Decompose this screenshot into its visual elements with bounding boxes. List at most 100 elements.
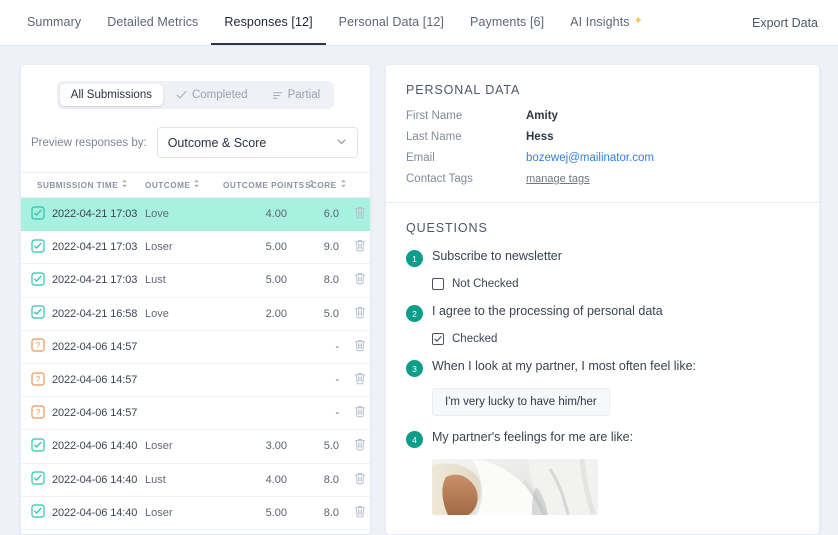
column-header-label: Outcome	[145, 181, 190, 190]
trash-icon[interactable]	[354, 310, 366, 322]
checkbox-answer-row[interactable]: Checked	[432, 333, 799, 345]
question-head: 3When I look at my partner, I most often…	[406, 359, 799, 377]
personal-field-value: Amity	[526, 110, 558, 122]
question-text: When I look at my partner, I most often …	[432, 359, 696, 375]
sort-arrows-icon[interactable]	[121, 179, 128, 190]
export-data-button[interactable]: Export Data	[740, 0, 822, 45]
cell-score: 9.0	[305, 231, 347, 264]
tab-responses-12[interactable]: Responses [12]	[211, 0, 325, 45]
cell-score: 5.0	[305, 297, 347, 330]
personal-data-section: PERSONAL DATA First NameAmityLast NameHe…	[386, 65, 819, 185]
form-check-icon	[31, 272, 45, 289]
cell-delete	[347, 264, 371, 297]
time-cell: 2022-04-06 14:40	[31, 471, 145, 488]
trash-icon[interactable]	[354, 343, 366, 355]
submission-time-text: 2022-04-21 17:03	[52, 208, 137, 220]
sparkle-icon: ✦	[634, 16, 643, 27]
checkbox-unchecked-icon[interactable]	[432, 278, 444, 290]
trash-icon[interactable]	[354, 476, 366, 488]
column-header-outcome[interactable]: Outcome	[145, 173, 223, 198]
filter-all-submissions[interactable]: All Submissions	[60, 84, 163, 106]
trash-icon[interactable]	[354, 409, 366, 421]
tab-detailed-metrics[interactable]: Detailed Metrics	[94, 0, 211, 45]
cell-delete	[347, 297, 371, 330]
cell-delete	[347, 330, 371, 363]
sort-arrows-icon[interactable]	[340, 179, 347, 190]
form-check-icon	[31, 206, 45, 223]
text-answer-chip: I'm very lucky to have him/her	[432, 388, 610, 416]
questions-list: 1Subscribe to newsletterNot Checked2I ag…	[406, 249, 799, 515]
tab-summary[interactable]: Summary	[14, 0, 94, 45]
tab-ai-insights[interactable]: AI Insights ✦	[557, 0, 656, 45]
submission-time-text: 2022-04-06 14:40	[52, 474, 137, 486]
table-body: 2022-04-21 17:03Love4.006.02022-04-21 17…	[21, 198, 371, 530]
table-row[interactable]: 2022-04-21 17:03Loser5.009.0	[21, 231, 371, 264]
table-row[interactable]: 2022-04-21 16:58Love2.005.0	[21, 297, 371, 330]
question-answer	[406, 459, 799, 515]
table-row[interactable]: 2022-04-06 14:40Loser5.008.0	[21, 496, 371, 529]
sort-arrows-icon[interactable]	[193, 179, 200, 190]
preview-by-select[interactable]: Outcome & Score	[157, 127, 358, 158]
cell-outcome-points	[223, 330, 305, 363]
question-answer: I'm very lucky to have him/her	[406, 388, 799, 416]
column-header-points[interactable]: Outcome Points	[223, 173, 305, 198]
submission-time-text: 2022-04-06 14:40	[52, 507, 137, 519]
email-link[interactable]: bozewej@mailinator.com	[526, 152, 654, 164]
table-row[interactable]: ?2022-04-06 14:57 -	[21, 397, 371, 430]
personal-field-label: Contact Tags	[406, 173, 526, 185]
table-row[interactable]: ?2022-04-06 14:57 -	[21, 330, 371, 363]
table-row[interactable]: ?2022-04-06 14:57-	[21, 363, 371, 396]
cell-delete	[347, 363, 371, 396]
checkbox-answer-label: Checked	[452, 333, 497, 345]
cell-score: -	[305, 397, 347, 430]
cell-submission-time: ?2022-04-06 14:57	[21, 330, 145, 363]
table-row[interactable]: 2022-04-06 14:40Lust4.008.0	[21, 463, 371, 496]
filter-partial[interactable]: Partial	[261, 84, 332, 106]
personal-field-value: Hess	[526, 131, 554, 143]
tab-payments-6[interactable]: Payments [6]	[457, 0, 557, 45]
form-check-icon	[31, 305, 45, 322]
cell-outcome-points	[223, 397, 305, 430]
trash-icon[interactable]	[354, 442, 366, 454]
question-text: Subscribe to newsletter	[432, 249, 562, 265]
cell-submission-time: ?2022-04-06 14:57	[21, 397, 145, 430]
trash-icon[interactable]	[354, 509, 366, 521]
filter-completed[interactable]: Completed	[165, 84, 259, 106]
trash-icon[interactable]	[354, 376, 366, 388]
image-answer[interactable]	[432, 459, 598, 515]
table-row[interactable]: 2022-04-21 17:03Love4.006.0	[21, 198, 371, 231]
trash-icon[interactable]	[354, 210, 366, 222]
submission-time-text: 2022-04-21 16:58	[52, 308, 137, 320]
column-header-score[interactable]: Score	[305, 173, 347, 198]
checkbox-answer-row[interactable]: Not Checked	[432, 278, 799, 290]
table-row[interactable]: 2022-04-21 17:03Lust5.008.0	[21, 264, 371, 297]
cell-outcome	[145, 397, 223, 430]
time-cell: 2022-04-06 14:40	[31, 438, 145, 455]
cell-score: 8.0	[305, 496, 347, 529]
table-header-row: Submission TimeOutcome Outcome PointsScor…	[21, 173, 371, 198]
table-row[interactable]: 2022-04-06 14:40Loser3.005.0	[21, 430, 371, 463]
cell-outcome: Loser	[145, 430, 223, 463]
tab-personal-data-12[interactable]: Personal Data [12]	[326, 0, 457, 45]
submission-filter-segmented: All SubmissionsCompletedPartial	[57, 81, 334, 109]
manage-tags-link[interactable]: manage tags	[526, 173, 590, 185]
checkbox-checked-icon[interactable]	[432, 333, 444, 345]
preview-by-value: Outcome & Score	[168, 136, 267, 150]
submission-time-text: 2022-04-06 14:57	[52, 374, 137, 386]
top-tab-bar: SummaryDetailed MetricsResponses [12]Per…	[0, 0, 838, 46]
submission-time-text: 2022-04-21 17:03	[52, 241, 137, 253]
check-icon	[176, 90, 187, 101]
questions-title: QUESTIONS	[406, 221, 799, 235]
tab-list: SummaryDetailed MetricsResponses [12]Per…	[14, 0, 740, 45]
question-item: 2I agree to the processing of personal d…	[406, 304, 799, 345]
trash-icon[interactable]	[354, 243, 366, 255]
responses-table-wrap: Submission TimeOutcome Outcome PointsScor…	[21, 172, 370, 530]
trash-icon[interactable]	[354, 276, 366, 288]
cell-score: -	[305, 330, 347, 363]
time-cell: 2022-04-06 14:40	[31, 504, 145, 521]
svg-text:?: ?	[36, 408, 41, 417]
question-answer: Not Checked	[406, 278, 799, 290]
tab-label: AI Insights	[570, 15, 629, 29]
column-header-time[interactable]: Submission Time	[21, 173, 145, 198]
cell-outcome	[145, 330, 223, 363]
